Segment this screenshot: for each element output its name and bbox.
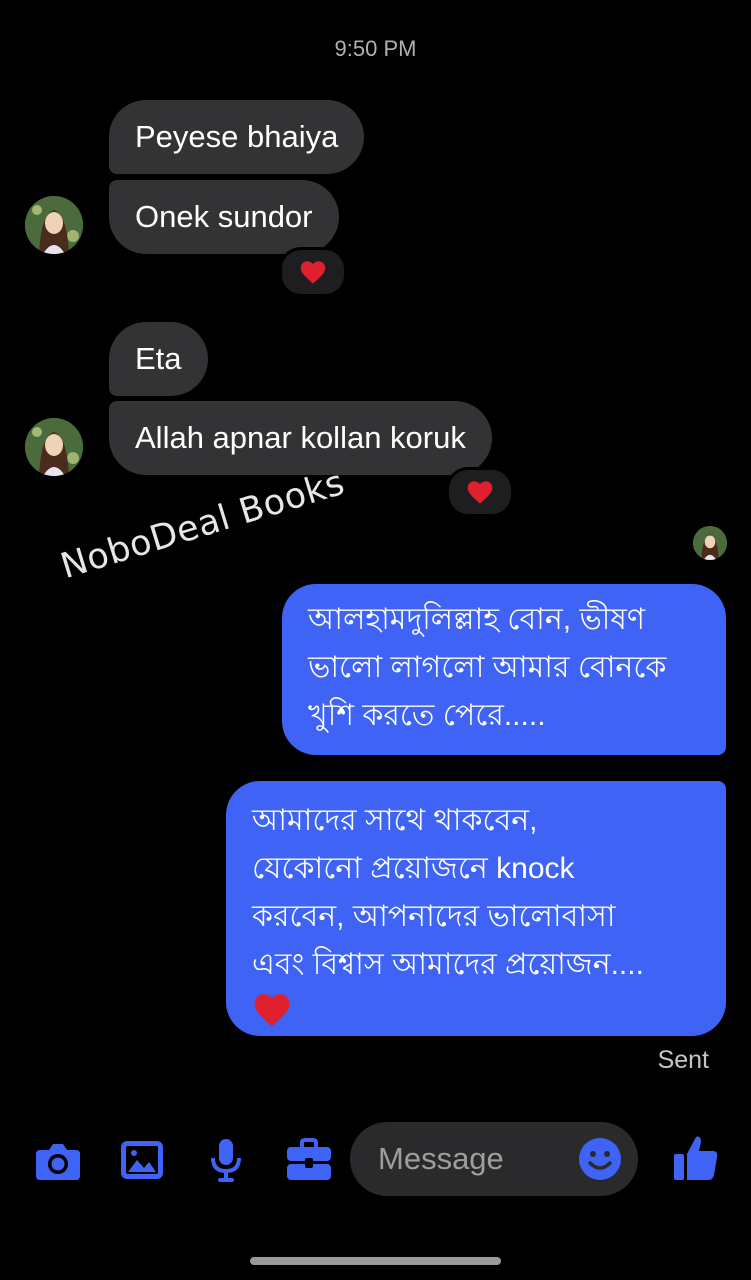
camera-button[interactable] — [34, 1138, 82, 1182]
message-emoji-line — [252, 991, 700, 1043]
message-line: এবং বিশ্বাস আমাদের প্রয়োজন.... — [252, 948, 644, 981]
message-line: করবেন, আপনাদের ভালোবাসা — [252, 900, 616, 933]
thumbs-up-button[interactable] — [672, 1134, 720, 1182]
heart-icon — [467, 481, 493, 504]
seen-avatar — [693, 526, 727, 560]
message-line: আলহামদুলিল্লাহ বোন, ভীষণ — [308, 603, 646, 636]
briefcase-icon — [287, 1138, 331, 1180]
incoming-message[interactable]: Allah apnar kollan koruk — [109, 401, 492, 475]
message-line: যেকোনো প্রয়োজনে knock — [252, 852, 575, 885]
incoming-message[interactable]: Onek sundor — [109, 180, 339, 254]
incoming-message[interactable]: Eta — [109, 322, 208, 396]
emoji-icon[interactable] — [578, 1137, 622, 1181]
message-composer[interactable] — [350, 1122, 638, 1196]
reaction-badge[interactable] — [446, 467, 514, 517]
thumbs-up-icon — [674, 1136, 718, 1180]
message-timestamp: 9:50 PM — [334, 36, 417, 61]
sender-avatar[interactable] — [25, 418, 83, 476]
message-line: আমাদের সাথে থাকবেন, — [252, 804, 538, 837]
message-line: ভালো লাগলো আমার বোনকে — [308, 651, 667, 684]
message-line: খুশি করতে পেরে..... — [308, 699, 546, 732]
outgoing-message[interactable]: আমাদের সাথে থাকবেন, যেকোনো প্রয়োজনে kno… — [226, 781, 726, 1036]
briefcase-button[interactable] — [285, 1138, 333, 1182]
avatar-image — [25, 418, 83, 476]
gallery-icon — [121, 1141, 163, 1179]
outgoing-message[interactable]: আলহামদুলিল্লাহ বোন, ভীষণ ভালো লাগলো আমার… — [282, 584, 726, 755]
home-indicator[interactable] — [250, 1257, 501, 1265]
reaction-badge[interactable] — [279, 247, 347, 297]
avatar-image — [693, 526, 727, 560]
microphone-icon — [211, 1139, 241, 1182]
message-input[interactable] — [376, 1140, 570, 1178]
heart-icon — [254, 994, 290, 1027]
incoming-message[interactable]: Peyese bhaiya — [109, 100, 365, 174]
watermark: NoboDeal Books — [56, 462, 350, 588]
sender-avatar[interactable] — [25, 196, 83, 254]
delivery-status: Sent — [657, 1046, 709, 1074]
camera-icon — [36, 1144, 80, 1180]
heart-icon — [300, 261, 326, 284]
avatar-image — [25, 196, 83, 254]
microphone-button[interactable] — [202, 1138, 250, 1182]
gallery-button[interactable] — [118, 1138, 166, 1182]
